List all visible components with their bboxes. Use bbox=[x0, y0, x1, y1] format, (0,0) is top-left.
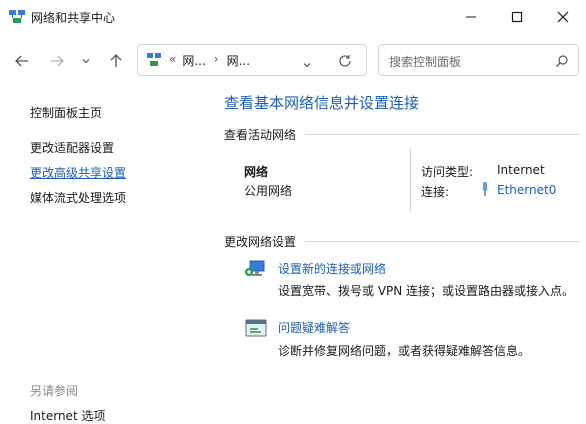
connections-label: 连接: bbox=[421, 185, 450, 199]
search-icon[interactable] bbox=[555, 53, 569, 72]
recent-locations-button[interactable] bbox=[76, 48, 96, 74]
ethernet-icon bbox=[480, 181, 490, 201]
see-also-title: 另请参阅 bbox=[30, 384, 79, 398]
address-bar[interactable]: « 网... › 网... bbox=[137, 44, 367, 76]
breadcrumb-overflow[interactable]: « bbox=[169, 52, 176, 69]
refresh-button[interactable] bbox=[338, 53, 352, 72]
chevron-down-icon bbox=[303, 63, 311, 68]
chevron-down-icon bbox=[82, 59, 90, 64]
maximize-button[interactable] bbox=[494, 0, 540, 34]
sidebar-item-adapter-settings[interactable]: 更改适配器设置 bbox=[30, 139, 114, 156]
breadcrumb-item-2[interactable]: 网... bbox=[227, 52, 250, 69]
breadcrumb-separator[interactable]: › bbox=[214, 52, 219, 69]
network-center-icon bbox=[8, 9, 26, 25]
forward-button[interactable] bbox=[44, 48, 70, 74]
troubleshoot-icon bbox=[245, 318, 267, 344]
breadcrumb: « 网... › 网... bbox=[169, 52, 250, 69]
section-divider bbox=[305, 241, 580, 242]
minimize-button[interactable] bbox=[448, 0, 494, 34]
access-type-label: 访问类型: bbox=[421, 165, 474, 179]
maximize-icon bbox=[511, 11, 523, 23]
network-name: 网络 bbox=[244, 165, 269, 179]
see-also-internet-options[interactable]: Internet 选项 bbox=[30, 407, 105, 424]
setup-connection-desc: 设置宽带、拨号或 VPN 连接；或设置路由器或接入点。 bbox=[278, 284, 575, 298]
setup-connection-link[interactable]: 设置新的连接或网络 bbox=[278, 260, 386, 277]
sidebar-item-control-panel-home[interactable]: 控制面板主页 bbox=[30, 104, 102, 121]
refresh-icon bbox=[339, 55, 351, 67]
section-divider bbox=[305, 134, 580, 135]
title-bar: 网络和共享中心 bbox=[0, 0, 586, 34]
sidebar-item-advanced-sharing[interactable]: 更改高级共享设置 bbox=[30, 164, 126, 181]
network-setup-icon bbox=[244, 258, 268, 284]
up-button[interactable] bbox=[103, 48, 129, 74]
search-placeholder: 搜索控制面板 bbox=[389, 55, 462, 69]
arrow-left-icon bbox=[15, 55, 28, 67]
change-settings-title: 更改网络设置 bbox=[224, 235, 297, 249]
minimize-icon bbox=[466, 16, 476, 18]
back-button[interactable] bbox=[9, 48, 35, 74]
window-title: 网络和共享中心 bbox=[31, 11, 116, 25]
troubleshoot-link[interactable]: 问题疑难解答 bbox=[278, 319, 350, 336]
page-title: 查看基本网络信息并设置连接 bbox=[224, 94, 420, 112]
access-type-value: Internet bbox=[497, 163, 545, 177]
vertical-divider bbox=[410, 148, 411, 212]
arrow-up-icon bbox=[110, 54, 122, 67]
arrow-right-icon bbox=[51, 55, 64, 67]
close-icon bbox=[557, 11, 569, 23]
troubleshoot-desc: 诊断并修复网络问题，或者获得疑难解答信息。 bbox=[278, 344, 531, 358]
search-input[interactable]: 搜索控制面板 bbox=[378, 44, 579, 76]
breadcrumb-item-1[interactable]: 网... bbox=[182, 52, 205, 69]
ethernet-connection-link[interactable]: Ethernet0 bbox=[497, 183, 556, 197]
network-type: 公用网络 bbox=[244, 184, 293, 198]
close-button[interactable] bbox=[540, 0, 586, 34]
active-networks-title: 查看活动网络 bbox=[224, 128, 297, 142]
sidebar-item-media-streaming[interactable]: 媒体流式处理选项 bbox=[30, 189, 126, 206]
address-dropdown-button[interactable] bbox=[302, 55, 312, 74]
network-location-icon bbox=[146, 52, 162, 68]
